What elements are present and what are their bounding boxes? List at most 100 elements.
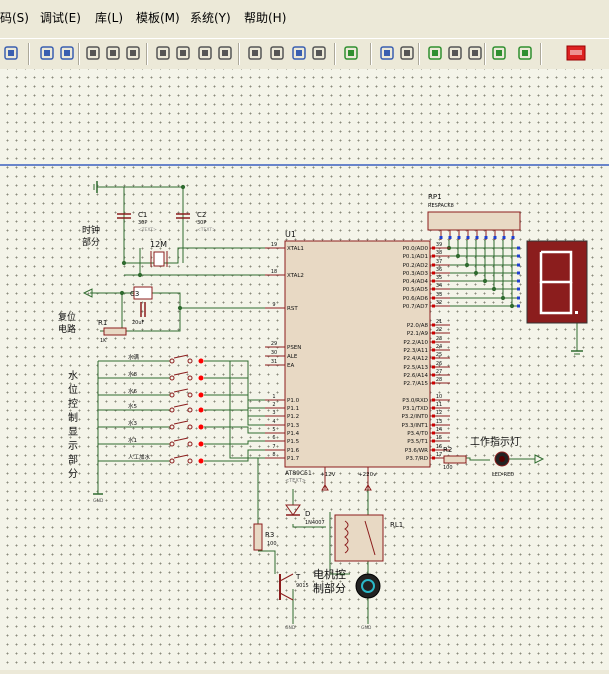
r2-ref: R2 <box>443 446 452 454</box>
segment-dp <box>575 311 578 314</box>
switch-indicator[interactable] <box>198 424 204 430</box>
switch-indicator[interactable] <box>198 441 204 447</box>
menu-item-2[interactable]: 库(L) <box>95 9 123 27</box>
wire <box>230 409 265 426</box>
cap-ref: C1 <box>138 211 147 219</box>
mcu-pin-num: 9 <box>272 302 275 308</box>
relay-ref: RL1 <box>390 521 403 529</box>
undo-icon-glyph <box>40 46 54 60</box>
mcu-pin-num: 11 <box>436 402 442 408</box>
resistor-R1[interactable] <box>103 327 127 336</box>
menu-item-4[interactable]: 系统(Y) <box>190 9 231 27</box>
toolbar-separator <box>418 43 420 65</box>
mcu-pin-name: EA <box>287 363 294 369</box>
mcu-pin-num: 5 <box>272 427 275 433</box>
vcc-label-1: +12V <box>320 472 336 478</box>
respack-rp1[interactable] <box>427 211 521 231</box>
rp1-part: RESPACK8 <box>428 203 454 209</box>
decompose-icon[interactable] <box>310 44 328 62</box>
r1-value: 1K <box>100 338 107 344</box>
electrical-check-icon[interactable] <box>466 44 484 62</box>
mcu-pin-num: 31 <box>271 359 277 365</box>
mcu-pin-num: 17 <box>436 452 442 458</box>
property-tool-icon[interactable] <box>398 44 416 62</box>
schematic-svg[interactable]: U1AT89C51<TEXT>19XTAL118XTAL29RST29PSEN3… <box>0 69 609 670</box>
switch-indicator[interactable] <box>198 458 204 464</box>
diode-part: 1N4007 <box>305 520 325 526</box>
make-device-icon[interactable] <box>268 44 286 62</box>
menu-item-5[interactable]: 帮助(H) <box>244 9 286 27</box>
motor[interactable] <box>355 573 381 599</box>
mcu-pin-name: P0.5/AD5 <box>403 287 429 293</box>
crystal[interactable] <box>153 251 165 267</box>
pin-marker <box>432 254 435 258</box>
ares-icon[interactable] <box>566 44 586 62</box>
menu-item-1[interactable]: 调试(E) <box>40 9 81 27</box>
zoom-icon[interactable] <box>2 44 20 62</box>
mcu-pin-name: P2.2/A10 <box>403 340 428 346</box>
pick-device-icon[interactable] <box>246 44 264 62</box>
respack-pin-marker <box>448 236 452 239</box>
copy-icon[interactable] <box>104 44 122 62</box>
mcu-pin-num: 37 <box>436 259 442 265</box>
water-label-char: 分 <box>68 468 78 480</box>
wire-autorouter-icon[interactable] <box>342 44 360 62</box>
search-tag-icon[interactable] <box>378 44 396 62</box>
switch-indicator[interactable] <box>198 375 204 381</box>
r3-ref: R3 <box>265 531 274 539</box>
pin-marker <box>432 431 435 435</box>
mcu-pin-name: P1.4 <box>287 431 300 437</box>
switch-indicator[interactable] <box>198 407 204 413</box>
respack-pin-marker <box>502 236 506 239</box>
mcu-pin-num: 3 <box>272 410 275 416</box>
package-icon-glyph <box>292 46 306 60</box>
water-label-char: 位 <box>68 383 78 396</box>
junction-dot <box>177 305 183 311</box>
block-rotate-icon[interactable] <box>196 44 214 62</box>
redo-icon[interactable] <box>58 44 76 62</box>
bill-of-materials-icon[interactable] <box>446 44 464 62</box>
electrical-check-icon-glyph <box>468 46 482 60</box>
netlist-to-ares-icon-glyph <box>492 46 506 60</box>
pin-marker <box>432 246 435 250</box>
switch-indicator[interactable] <box>198 392 204 398</box>
package-icon[interactable] <box>290 44 308 62</box>
cap-text-tag: <TEXT> <box>138 227 157 233</box>
mcu-pin-name: P0.1/AD1 <box>403 254 428 260</box>
schematic-canvas[interactable]: U1 AT89C51 <TEXT> 19 XTAL1 18 XTAL2 9 RST 29 PSEN 3… <box>0 69 609 670</box>
pin-marker <box>432 271 435 275</box>
mcu-pin-name: P3.3/INT1 <box>401 423 428 429</box>
gnd-label-motor: GND <box>285 625 296 631</box>
reset-label-line: 电路 <box>58 323 76 335</box>
resistor-R3[interactable] <box>253 523 263 551</box>
pin-marker <box>432 414 435 418</box>
diode-D[interactable] <box>285 504 301 516</box>
cut-icon[interactable] <box>84 44 102 62</box>
switch-contact <box>187 458 193 464</box>
block-move-icon[interactable] <box>174 44 192 62</box>
segment-pin-marker <box>517 263 520 267</box>
toolbar-separator <box>540 43 542 65</box>
mcu-pin-name: P0.7/AD7 <box>403 304 429 310</box>
paste-icon[interactable] <box>124 44 142 62</box>
search-tag-icon-glyph <box>380 46 394 60</box>
mcu-pin-num: 15 <box>436 435 442 441</box>
relay-RL1[interactable] <box>334 514 384 562</box>
menu-item-0[interactable]: 码(S) <box>0 9 29 27</box>
netlist-to-ares-icon[interactable] <box>490 44 508 62</box>
cap-value: 30P <box>138 220 147 226</box>
undo-icon[interactable] <box>38 44 56 62</box>
pin-marker <box>432 287 435 291</box>
mcu-pin-num: 39 <box>436 242 442 248</box>
resistor-R2[interactable] <box>443 455 467 464</box>
mcu-pin-name: P3.7/RD <box>406 456 428 462</box>
ares-icon[interactable] <box>516 44 534 62</box>
junction-dot <box>473 270 479 276</box>
menu-item-3[interactable]: 模板(M) <box>136 9 180 27</box>
pin-marker <box>432 423 435 427</box>
block-copy-icon[interactable] <box>154 44 172 62</box>
netlist-icon[interactable] <box>426 44 444 62</box>
block-delete-icon[interactable] <box>216 44 234 62</box>
switch-indicator[interactable] <box>198 358 204 364</box>
switch-lever <box>173 454 189 459</box>
